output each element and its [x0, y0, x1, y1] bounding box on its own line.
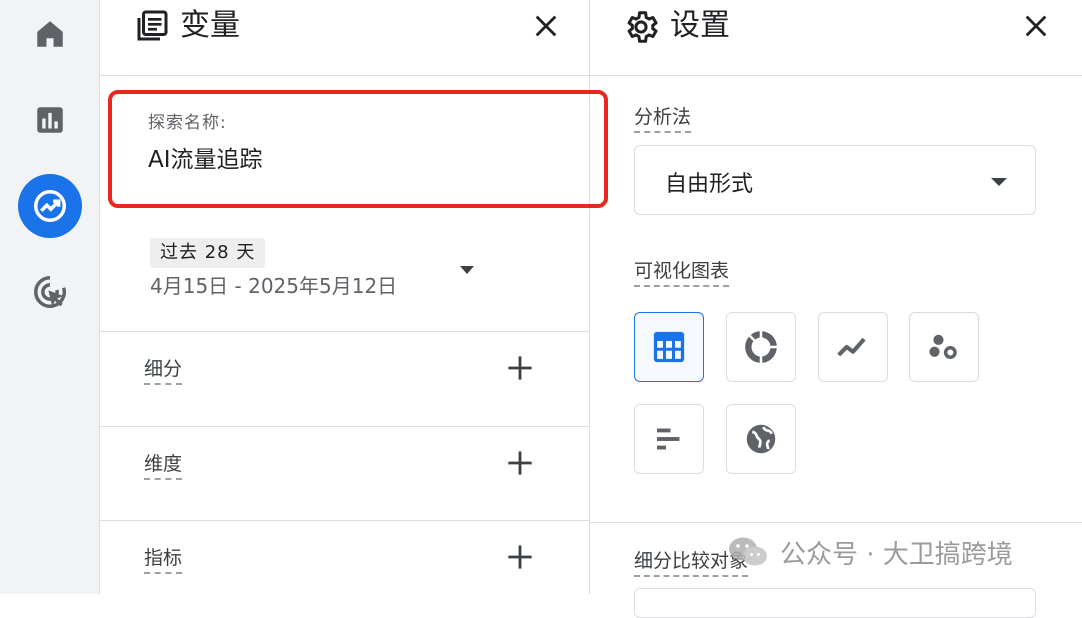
ad-target-icon: [34, 276, 66, 308]
add-segment-button[interactable]: [504, 352, 536, 384]
plus-icon: [508, 356, 532, 380]
table-icon: [653, 331, 685, 363]
metrics-label: 指标: [144, 543, 183, 574]
close-icon: [1025, 15, 1047, 37]
donut-chart-icon: [745, 330, 778, 364]
settings-close-button[interactable]: [1018, 8, 1054, 44]
settings-title: 设置: [670, 8, 730, 43]
dimensions-label: 维度: [144, 449, 183, 480]
settings-divider: [590, 522, 1082, 523]
exploration-name-value[interactable]: AI流量追踪: [148, 140, 263, 174]
segments-label: 细分: [144, 354, 183, 385]
variables-panel: 变量 探索名称: AI流量追踪 过去 28 天 4月15日 - 2025年5月1…: [100, 0, 608, 594]
nav-reports-button[interactable]: [18, 88, 82, 152]
segments-section: 细分: [100, 331, 589, 426]
watermark: 公众号 · 大卫搞跨境: [726, 532, 1013, 572]
viz-scatter-button[interactable]: [909, 312, 979, 382]
date-preset-chip[interactable]: 过去 28 天: [150, 238, 266, 268]
technique-select[interactable]: 自由形式: [634, 145, 1036, 215]
viz-table-button[interactable]: [634, 312, 704, 382]
technique-label: 分析法: [634, 102, 692, 133]
settings-panel: 设置 分析法 自由形式 可视化图表 细分比较对象: [590, 0, 1082, 618]
nav-home-button[interactable]: [18, 2, 82, 66]
globe-icon: [746, 424, 776, 454]
plus-icon: [508, 451, 532, 475]
segment-compare-dropzone[interactable]: [634, 588, 1036, 618]
variables-header: 变量: [100, 0, 589, 76]
chevron-down-icon: [991, 178, 1007, 186]
watermark-text: 公众号 · 大卫搞跨境: [780, 539, 1013, 570]
explore-trend-icon: [34, 190, 66, 222]
viz-bar-button[interactable]: [634, 404, 704, 474]
plus-icon: [508, 545, 532, 569]
add-dimension-button[interactable]: [504, 447, 536, 479]
home-icon: [37, 21, 63, 47]
viz-line-button[interactable]: [818, 312, 888, 382]
variables-title: 变量: [180, 8, 240, 43]
settings-header: 设置: [590, 0, 1082, 76]
dimensions-section: 维度: [100, 426, 589, 521]
line-chart-icon: [837, 337, 866, 357]
nav-advertising-button[interactable]: [18, 260, 82, 324]
metrics-section: 指标: [100, 520, 589, 615]
add-metric-button[interactable]: [504, 541, 536, 573]
date-range-text[interactable]: 4月15日 - 2025年5月12日: [150, 270, 397, 299]
variables-icon: [132, 8, 170, 46]
scatter-plot-icon: [929, 334, 957, 360]
wechat-icon: [729, 537, 767, 566]
date-dropdown-icon[interactable]: [458, 264, 476, 276]
viz-donut-button[interactable]: [726, 312, 796, 382]
visualization-label: 可视化图表: [634, 256, 730, 287]
bar-chart-icon: [37, 107, 63, 133]
exploration-name-field[interactable]: 探索名称: AI流量追踪: [108, 90, 608, 208]
exploration-name-label: 探索名称:: [148, 113, 227, 133]
nav-explore-button[interactable]: [18, 174, 82, 238]
viz-geo-button[interactable]: [726, 404, 796, 474]
technique-value: 自由形式: [665, 172, 754, 197]
close-icon: [535, 15, 557, 37]
variables-close-button[interactable]: [528, 8, 564, 44]
gear-icon: [622, 8, 660, 46]
nav-rail: [0, 0, 100, 594]
bar-chart-horizontal-icon: [657, 428, 680, 450]
